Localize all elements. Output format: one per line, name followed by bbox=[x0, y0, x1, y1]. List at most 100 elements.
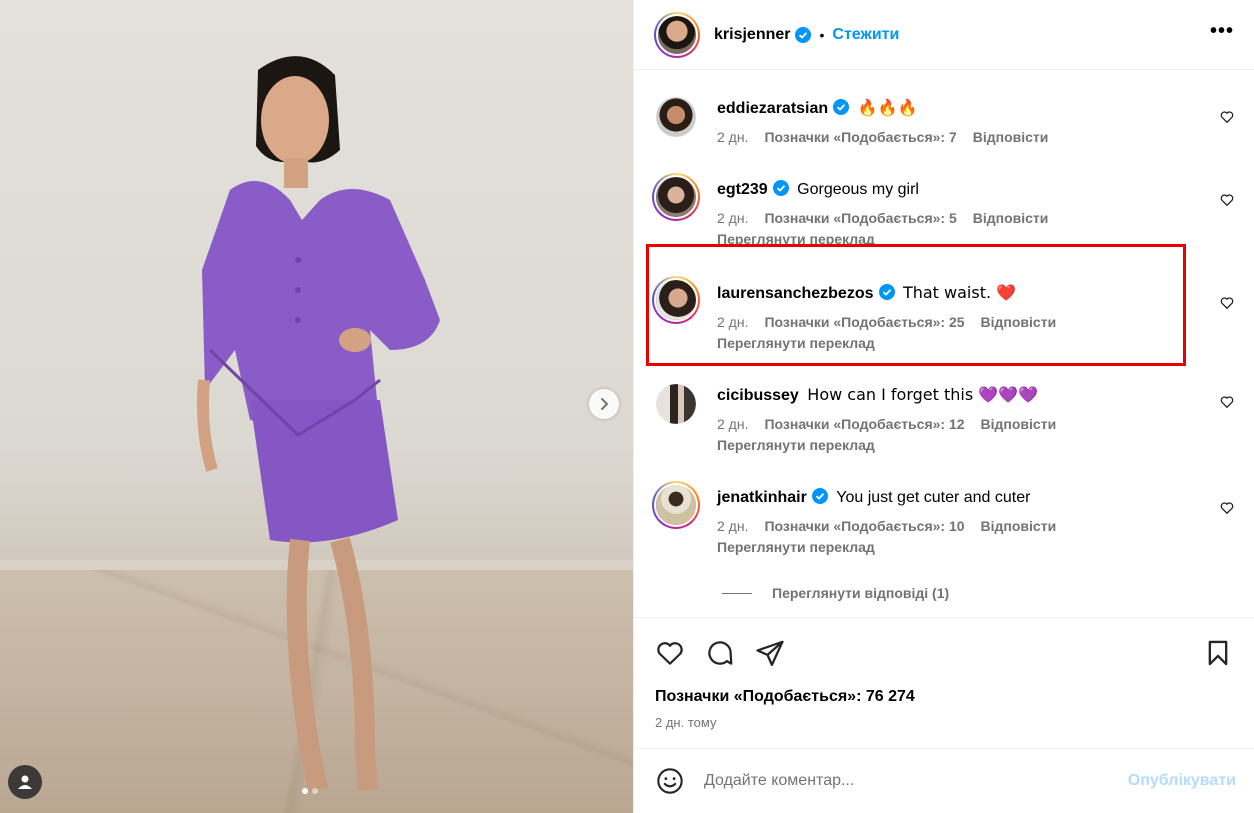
see-translation-link[interactable]: Переглянути переклад bbox=[717, 335, 1242, 351]
comment-age: 2 дн. bbox=[717, 129, 749, 145]
reply-button[interactable]: Відповісти bbox=[981, 314, 1057, 330]
see-translation-link[interactable]: Переглянути переклад bbox=[717, 231, 1242, 247]
user-icon bbox=[18, 775, 32, 789]
heart-icon bbox=[657, 641, 683, 665]
comment-item: eddiezaratsian 🔥🔥🔥 2 дн. Позначки «Подоб… bbox=[652, 93, 1242, 145]
view-replies-button[interactable]: Переглянути відповіді (1) bbox=[722, 585, 949, 601]
post-action-bar bbox=[634, 617, 1254, 687]
carousel-indicator bbox=[302, 788, 318, 794]
comment-body: egt239 Gorgeous my girl 2 дн. Позначки «… bbox=[717, 173, 1242, 247]
post-timestamp[interactable]: 2 дн. тому bbox=[655, 715, 716, 730]
commenter-avatar-frame bbox=[654, 382, 698, 426]
add-comment-bar: Опублікувати bbox=[634, 748, 1254, 813]
carousel-dot-active bbox=[302, 788, 308, 794]
comment-button[interactable] bbox=[704, 637, 736, 669]
comment-likes[interactable]: Позначки «Подобається»: 5 bbox=[764, 210, 956, 226]
commenter-avatar[interactable] bbox=[652, 380, 700, 428]
comment-text: 🔥🔥🔥 bbox=[857, 98, 918, 117]
comment-likes[interactable]: Позначки «Подобається»: 12 bbox=[764, 416, 964, 432]
commenter-avatar[interactable] bbox=[652, 173, 700, 221]
comment-meta: 2 дн. Позначки «Подобається»: 7 Відповіс… bbox=[717, 129, 1242, 145]
comment-meta: 2 дн. Позначки «Подобається»: 5 Відповіс… bbox=[717, 210, 1242, 226]
comment-text: That waist. ❤️ bbox=[902, 283, 1017, 302]
comment-body: cicibussey How can I forget this 💜💜💜 2 д… bbox=[717, 380, 1242, 453]
comment-age: 2 дн. bbox=[717, 416, 749, 432]
comment-age: 2 дн. bbox=[717, 314, 749, 330]
commenter-avatar-image bbox=[656, 97, 696, 137]
commenter-avatar[interactable] bbox=[652, 481, 700, 529]
verified-badge-icon bbox=[772, 180, 789, 196]
commenter-avatar-frame bbox=[654, 175, 698, 219]
publish-button[interactable]: Опублікувати bbox=[1128, 772, 1236, 790]
author-avatar[interactable] bbox=[654, 11, 700, 58]
bookmark-icon bbox=[1208, 640, 1228, 665]
commenter-avatar-image bbox=[656, 485, 696, 525]
share-button[interactable] bbox=[754, 637, 786, 669]
comment-body: eddiezaratsian 🔥🔥🔥 2 дн. Позначки «Подоб… bbox=[717, 93, 1242, 145]
reply-button[interactable]: Відповісти bbox=[973, 129, 1049, 145]
author-avatar-image bbox=[658, 15, 696, 54]
comment-input[interactable] bbox=[704, 772, 1128, 790]
commenter-username[interactable]: egt239 bbox=[717, 181, 768, 198]
comment-meta: 2 дн. Позначки «Подобається»: 25 Відпові… bbox=[717, 314, 1242, 330]
commenter-username[interactable]: eddiezaratsian bbox=[717, 100, 828, 117]
reply-button[interactable]: Відповісти bbox=[973, 210, 1049, 226]
likes-count[interactable]: Позначки «Подобається»: 76 274 bbox=[655, 688, 915, 706]
woman-in-purple-suit-photo bbox=[197, 56, 440, 792]
commenter-avatar-frame bbox=[654, 483, 698, 527]
comment-likes[interactable]: Позначки «Подобається»: 7 bbox=[764, 129, 956, 145]
comment-text: Gorgeous my girl bbox=[797, 181, 919, 198]
comment-line: jenatkinhair You just get cuter and cute… bbox=[717, 487, 1242, 509]
smiley-face-icon bbox=[657, 768, 683, 794]
comment-body: jenatkinhair You just get cuter and cute… bbox=[717, 481, 1242, 555]
comment-item: cicibussey How can I forget this 💜💜💜 2 д… bbox=[652, 380, 1242, 453]
tagged-users-button[interactable] bbox=[8, 765, 42, 799]
post-header: krisjenner • Стежити ••• bbox=[634, 0, 1254, 70]
view-replies-label: Переглянути відповіді (1) bbox=[772, 585, 950, 601]
emoji-picker-button[interactable] bbox=[654, 765, 686, 797]
commenter-avatar-frame bbox=[654, 278, 698, 322]
comment-line: eddiezaratsian 🔥🔥🔥 bbox=[717, 97, 1242, 120]
commenter-avatar-frame bbox=[654, 95, 698, 139]
comment-meta: 2 дн. Позначки «Подобається»: 10 Відпові… bbox=[717, 518, 1242, 534]
see-translation-link[interactable]: Переглянути переклад bbox=[717, 539, 1242, 555]
comment-item: egt239 Gorgeous my girl 2 дн. Позначки «… bbox=[652, 173, 1242, 247]
comment-line: egt239 Gorgeous my girl bbox=[717, 179, 1242, 201]
post-media[interactable] bbox=[0, 0, 633, 813]
follow-button[interactable]: Стежити bbox=[832, 26, 899, 44]
reply-button[interactable]: Відповісти bbox=[981, 518, 1057, 534]
like-comment-heart-icon[interactable] bbox=[1220, 296, 1234, 310]
next-slide-button[interactable] bbox=[589, 389, 619, 419]
comment-likes[interactable]: Позначки «Подобається»: 10 bbox=[764, 518, 964, 534]
commenter-avatar[interactable] bbox=[652, 93, 700, 141]
commenter-avatar-image bbox=[656, 280, 696, 320]
commenter-avatar[interactable] bbox=[652, 276, 700, 324]
verified-badge-icon bbox=[811, 488, 828, 504]
like-comment-heart-icon[interactable] bbox=[1220, 501, 1234, 515]
comment-text: You just get cuter and cuter bbox=[836, 489, 1031, 506]
comment-age: 2 дн. bbox=[717, 210, 749, 226]
comment-text: How can I forget this 💜💜💜 bbox=[807, 385, 1039, 404]
comment-body: laurensanchezbezos That waist. ❤️ 2 дн. … bbox=[717, 276, 1242, 351]
reply-button[interactable]: Відповісти bbox=[981, 416, 1057, 432]
like-button[interactable] bbox=[654, 637, 686, 669]
commenter-username[interactable]: jenatkinhair bbox=[717, 489, 807, 506]
see-translation-link[interactable]: Переглянути переклад bbox=[717, 437, 1242, 453]
comment-line: cicibussey How can I forget this 💜💜💜 bbox=[717, 384, 1242, 407]
more-options-button[interactable]: ••• bbox=[1210, 20, 1234, 49]
like-comment-heart-icon[interactable] bbox=[1220, 395, 1234, 409]
like-comment-heart-icon[interactable] bbox=[1220, 110, 1234, 124]
comments-list[interactable]: eddiezaratsian 🔥🔥🔥 2 дн. Позначки «Подоб… bbox=[634, 71, 1254, 617]
speech-bubble-icon bbox=[708, 640, 733, 665]
author-username[interactable]: krisjenner bbox=[714, 26, 790, 44]
commenter-username[interactable]: cicibussey bbox=[717, 387, 799, 404]
header-separator: • bbox=[819, 26, 825, 43]
commenter-username[interactable]: laurensanchezbezos bbox=[717, 285, 874, 302]
commenter-avatar-image bbox=[656, 384, 696, 424]
save-button[interactable] bbox=[1202, 637, 1234, 669]
like-comment-heart-icon[interactable] bbox=[1220, 193, 1234, 207]
comment-item-highlighted: laurensanchezbezos That waist. ❤️ 2 дн. … bbox=[646, 244, 1242, 366]
comment-likes[interactable]: Позначки «Подобається»: 25 bbox=[764, 314, 964, 330]
replies-divider-line bbox=[722, 592, 752, 594]
verified-badge-icon bbox=[833, 99, 850, 115]
